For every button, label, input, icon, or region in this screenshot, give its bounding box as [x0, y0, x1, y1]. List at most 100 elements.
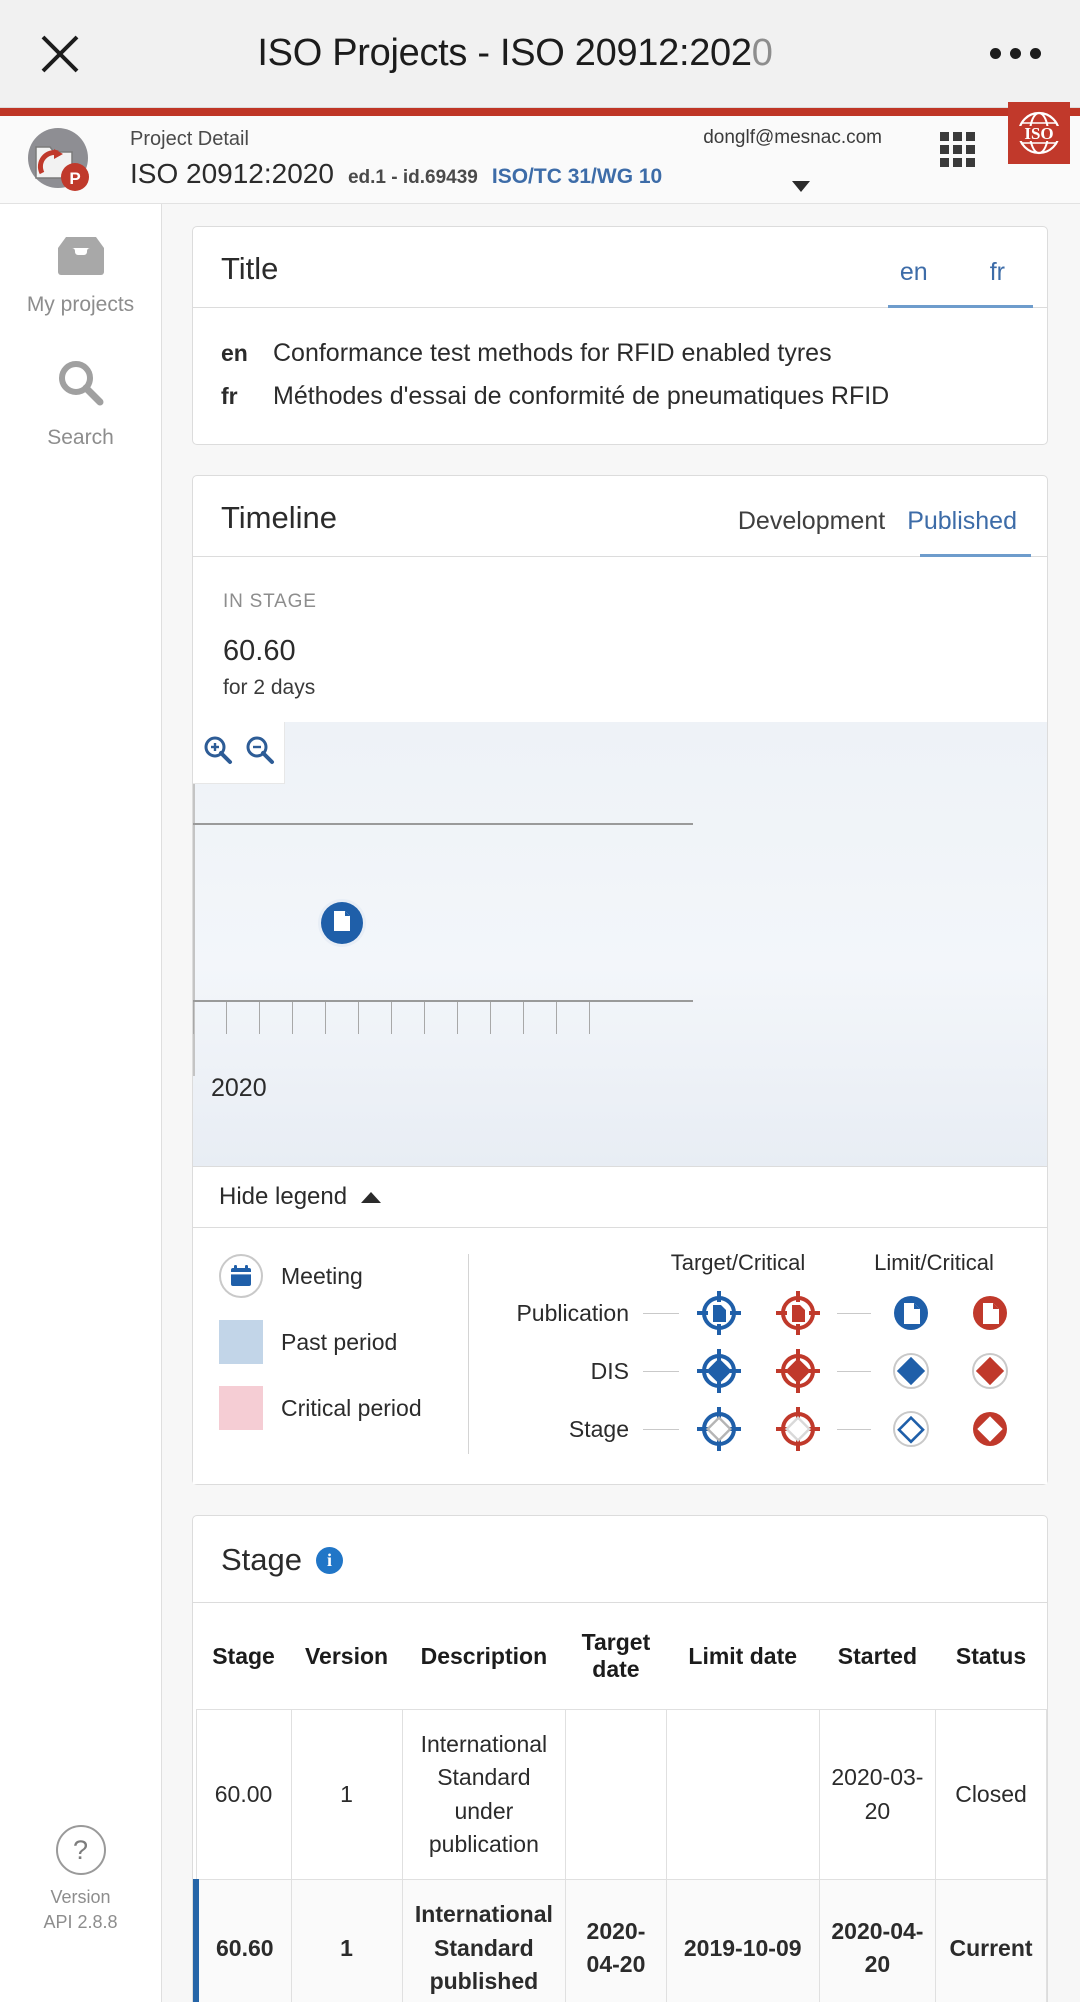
grid-apps-icon[interactable]: [940, 132, 975, 167]
legend-toggle-label: Hide legend: [219, 1183, 347, 1211]
question-mark-icon: ?: [56, 1825, 106, 1875]
symbol-limit-critical-stage: [950, 1403, 1029, 1455]
search-icon: [53, 355, 109, 416]
gantt-milestone-publication[interactable]: [321, 902, 363, 944]
cell-started: 2020-04-20: [819, 1880, 935, 2002]
symbol-target-stage: [679, 1401, 758, 1457]
symbol-limit-dis: [871, 1345, 950, 1397]
table-header-row: Stage Version Description Target date Li…: [196, 1603, 1047, 1710]
close-icon: [37, 31, 83, 77]
tab-published[interactable]: Published: [907, 507, 1017, 540]
legend-matrix-row-publication: Publication: [493, 1284, 1029, 1342]
symbol-target-publication: [679, 1285, 758, 1341]
tab-en[interactable]: en: [900, 258, 928, 291]
title-card-body: en Conformance test methods for RFID ena…: [193, 308, 1047, 444]
title-row-lang: en: [221, 340, 255, 367]
gantt-axis-ticks: [193, 1002, 693, 1034]
calendar-icon: [219, 1254, 263, 1298]
more-options-button[interactable]: [950, 48, 1080, 59]
timeline-stage-summary: IN STAGE 60.60 for 2 days: [193, 557, 1047, 722]
col-target-date: Target date: [566, 1603, 666, 1710]
iso-logo[interactable]: ISO: [1008, 102, 1070, 164]
gantt-chart[interactable]: 2020: [193, 722, 1047, 1166]
table-row[interactable]: 60.60 1 International Standard published…: [196, 1880, 1047, 2002]
tab-fr[interactable]: fr: [990, 258, 1005, 291]
title-row-text: Méthodes d'essai de conformité de pneuma…: [273, 382, 889, 411]
in-stage-duration: for 2 days: [223, 676, 1017, 700]
project-edition: ed.1 - id.69439: [348, 167, 478, 189]
title-row-text: Conformance test methods for RFID enable…: [273, 339, 832, 368]
col-description: Description: [402, 1603, 566, 1710]
symbol-limit-critical-dis: [950, 1345, 1029, 1397]
iso-globe-icon: ISO: [1013, 107, 1065, 159]
app-logo[interactable]: P: [0, 125, 122, 195]
sidebar-item-label: My projects: [27, 293, 134, 317]
legend-toggle-button[interactable]: Hide legend: [193, 1166, 1047, 1227]
close-button[interactable]: [0, 31, 120, 77]
sidebar-item-search[interactable]: Search: [0, 317, 161, 450]
col-version: Version: [291, 1603, 402, 1710]
gantt-zoom-controls: [193, 722, 285, 784]
cell-status: Current: [936, 1880, 1047, 2002]
legend-divider: [468, 1254, 469, 1454]
title-row: en Conformance test methods for RFID ena…: [221, 332, 1019, 375]
legend-row-label: Publication: [493, 1300, 643, 1327]
info-icon[interactable]: i: [316, 1547, 343, 1574]
project-reference: ISO 20912:2020: [130, 158, 334, 190]
accent-rule: [0, 108, 1080, 116]
table-row[interactable]: 60.00 1 International Standard under pub…: [196, 1710, 1047, 1880]
legend-item-critical-period: Critical period: [219, 1386, 464, 1430]
col-started: Started: [819, 1603, 935, 1710]
tab-development[interactable]: Development: [738, 507, 885, 540]
legend-item-past-period: Past period: [219, 1320, 464, 1364]
legend-matrix-row-dis: DIS: [493, 1342, 1029, 1400]
user-menu-caret-icon[interactable]: [792, 181, 810, 192]
svg-text:P: P: [69, 169, 80, 188]
sidebar-help[interactable]: ? Version API 2.8.8: [0, 1825, 161, 1934]
sidebar-item-my-projects[interactable]: My projects: [0, 204, 161, 317]
svg-text:ISO: ISO: [1024, 124, 1053, 143]
chevron-up-icon: [361, 1192, 381, 1203]
timeline-tab-underline: [920, 554, 1031, 557]
zoom-in-icon[interactable]: [202, 734, 234, 771]
legend-matrix: Target/Critical Limit/Critical Publicati…: [493, 1250, 1029, 1458]
cell-stage: 60.00: [196, 1710, 291, 1880]
app-header: P Project Detail ISO 20912:2020 ed.1 - i…: [0, 116, 1080, 204]
project-committee-link[interactable]: ISO/TC 31/WG 10: [492, 165, 662, 189]
timeline-card-heading: Timeline: [221, 500, 337, 556]
timeline-card: Timeline Development Published IN STAGE …: [192, 475, 1048, 1485]
sidebar-item-label: Search: [47, 426, 114, 450]
cell-started: 2020-03-20: [819, 1710, 935, 1880]
cell-target-date: 2020-04-20: [566, 1880, 666, 2002]
user-email[interactable]: donglf@mesnac.com: [703, 127, 882, 149]
cell-description: International Standard published: [402, 1880, 566, 2002]
symbol-limit-stage: [871, 1403, 950, 1455]
body-wrapper: My projects Search ? Version API 2.8.8 T…: [0, 204, 1080, 2002]
gantt-row-separator: [193, 823, 693, 825]
title-card-header: Title en fr: [193, 227, 1047, 308]
zoom-out-icon[interactable]: [244, 734, 276, 771]
in-stage-number: 60.60: [223, 635, 1017, 676]
stage-table-header: Stage Version Description Target date Li…: [196, 1603, 1047, 1710]
symbol-critical-dis: [758, 1343, 837, 1399]
legend-item-label: Past period: [281, 1329, 397, 1356]
inbox-icon: [50, 234, 112, 283]
legend-matrix-header: Target/Critical Limit/Critical: [493, 1250, 1029, 1284]
browser-title: ISO Projects - ISO 20912:2020: [120, 32, 950, 75]
publication-document-icon: [332, 910, 352, 937]
header-kicker: Project Detail: [130, 129, 1080, 158]
symbol-limit-publication: [871, 1287, 950, 1339]
timeline-card-header: Timeline Development Published: [193, 476, 1047, 557]
cell-stage: 60.60: [196, 1880, 291, 2002]
legend-body: Meeting Past period Critical period Targ…: [193, 1227, 1047, 1484]
browser-title-text: ISO Projects - ISO 20912:202: [257, 32, 751, 74]
sidebar: My projects Search ? Version API 2.8.8: [0, 204, 162, 2002]
critical-period-swatch: [219, 1386, 263, 1430]
cell-target-date: [566, 1710, 666, 1880]
gantt-year-label: 2020: [211, 1074, 267, 1103]
title-row-lang: fr: [221, 383, 255, 410]
stage-card: Stage i Stage Version Description Target…: [192, 1515, 1048, 2002]
stage-table-body: 60.00 1 International Standard under pub…: [196, 1710, 1047, 2003]
header-reference-row: ISO 20912:2020 ed.1 - id.69439 ISO/TC 31…: [130, 158, 1080, 190]
title-row: fr Méthodes d'essai de conformité de pne…: [221, 375, 1019, 418]
